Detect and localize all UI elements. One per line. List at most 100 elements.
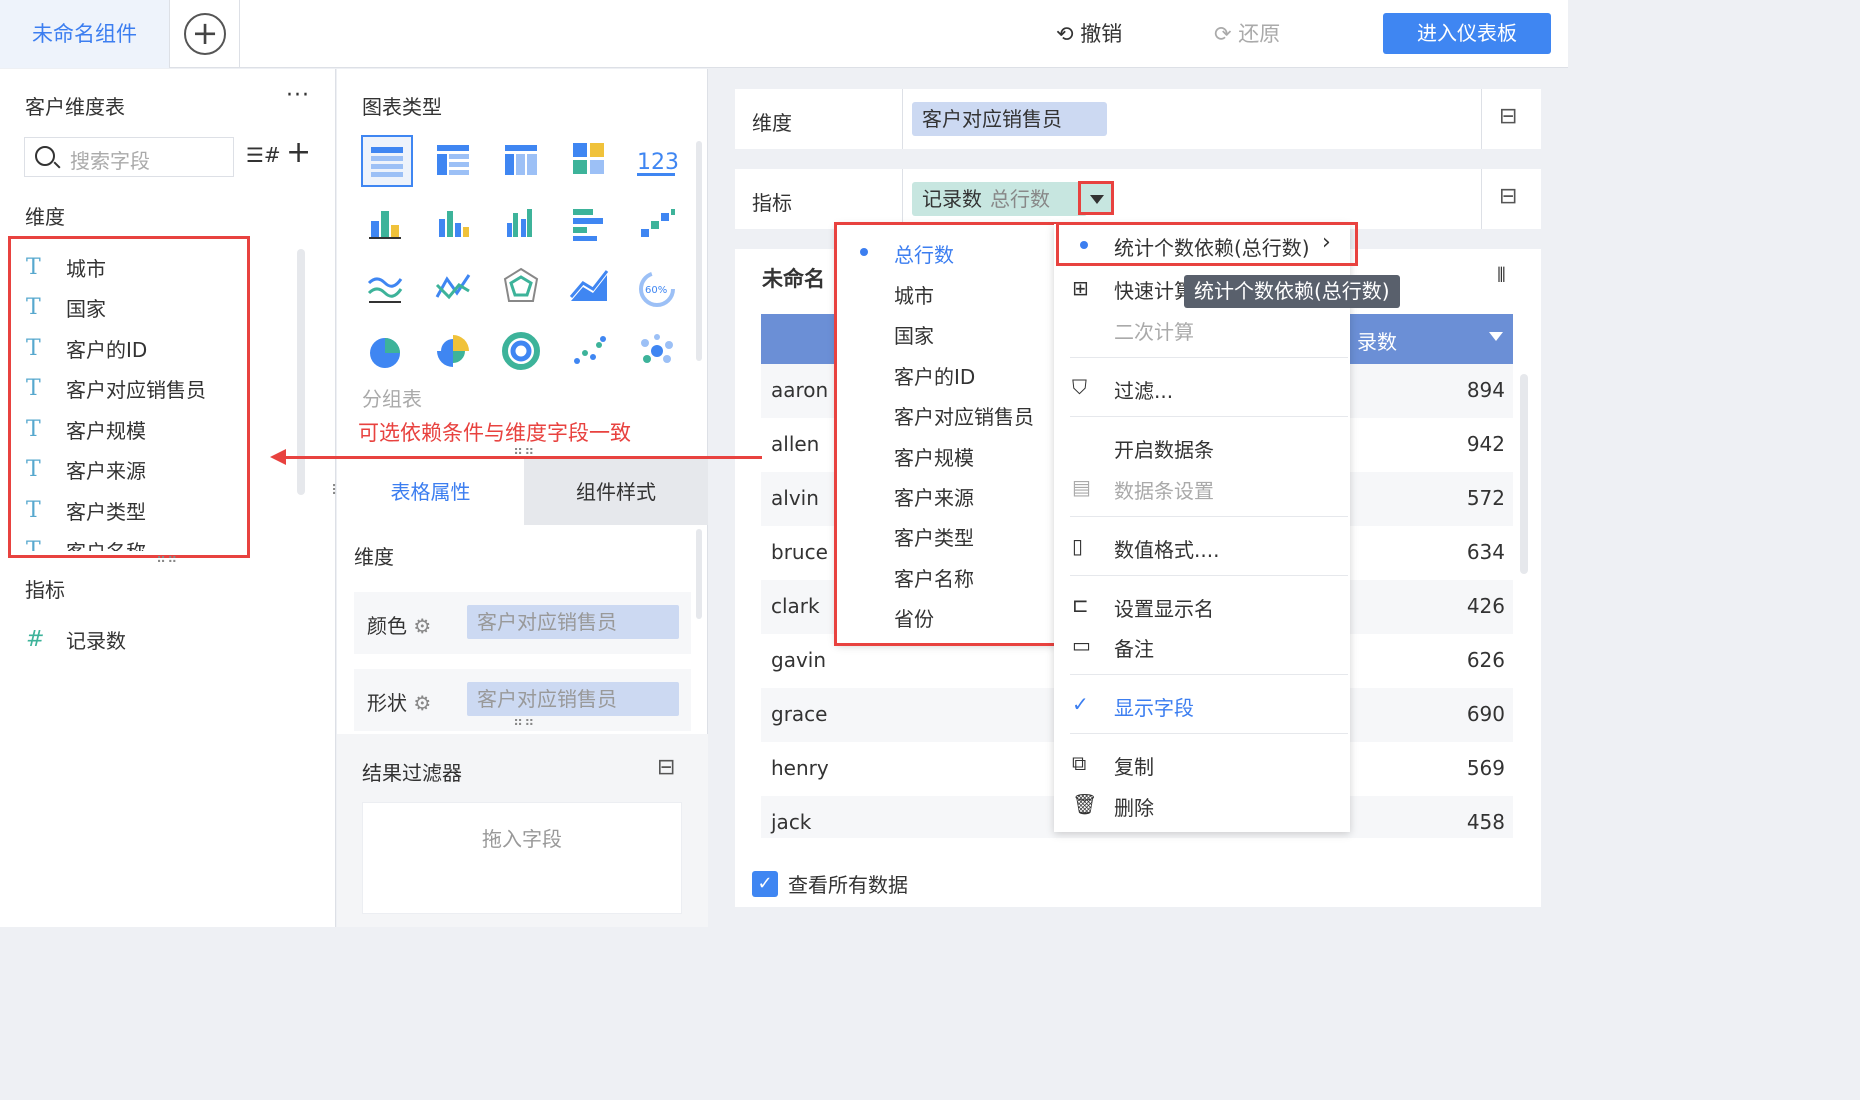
tab-component-style[interactable]: 组件样式 <box>524 459 708 525</box>
measure-item[interactable]: # 记录数 <box>26 625 126 654</box>
show-field-item[interactable]: 显示字段 <box>1114 692 1194 721</box>
row-value: 569 <box>1466 756 1505 780</box>
range-area-icon[interactable] <box>565 263 617 315</box>
dimension-highlight-box <box>8 236 250 558</box>
grouped-bar-icon[interactable] <box>497 199 549 251</box>
row-name: bruce <box>771 540 828 564</box>
detail-table-icon[interactable] <box>361 135 413 187</box>
heatmap-icon[interactable] <box>565 135 617 187</box>
resize-handle[interactable]: ⠶⠶ <box>513 714 536 730</box>
bar-chart-icon[interactable] <box>429 199 481 251</box>
filter-drop-area[interactable]: 拖入字段 <box>362 802 682 914</box>
chart-type-scrollbar[interactable] <box>696 141 702 361</box>
radar-chart-icon[interactable] <box>497 263 549 315</box>
view-all-data-label: 查看所有数据 <box>788 873 908 897</box>
kpi-number-icon[interactable]: 123 <box>633 135 685 187</box>
component-tab[interactable]: 未命名组件 <box>0 0 170 68</box>
row-name: clark <box>771 594 820 618</box>
menu-separator <box>1070 575 1348 576</box>
number-format-item[interactable]: 数值格式.... <box>1114 534 1219 563</box>
sort-dropdown-icon[interactable] <box>1489 332 1503 341</box>
row-value: 458 <box>1466 810 1505 834</box>
scatter-chart-icon[interactable] <box>565 327 617 379</box>
barcode-icon[interactable]: ⦀ <box>1497 263 1506 287</box>
stacked-bar-icon[interactable] <box>361 199 413 251</box>
dimension-shelf-label: 维度 <box>752 111 792 135</box>
copy-item[interactable]: 复制 <box>1114 751 1154 780</box>
row-value: 634 <box>1466 540 1505 564</box>
more-icon[interactable]: ··· <box>286 83 310 108</box>
undo-button[interactable]: ⟲ 撤销 <box>1056 18 1122 48</box>
field-panel: 客户维度表 ··· 搜索字段 ☰# + 维度 T 城市 T 国家 T 客户的ID T客… <box>0 69 336 927</box>
filter-settings-icon[interactable]: ⊟ <box>657 755 675 780</box>
dimension-shelf: 维度 客户对应销售员 ⊟ <box>735 89 1541 149</box>
search-field[interactable]: 搜索字段 <box>24 137 234 177</box>
dimension-chip[interactable]: 客户对应销售员 <box>912 102 1107 136</box>
chart-type-name: 分组表 <box>362 387 422 411</box>
property-scrollbar[interactable] <box>696 529 702 619</box>
gear-icon[interactable]: ⚙ <box>413 691 431 715</box>
bubble-chart-icon[interactable] <box>633 327 685 379</box>
shelf-settings-icon[interactable]: ⊟ <box>1499 184 1517 209</box>
color-field-chip[interactable]: 客户对应销售员 <box>467 605 679 639</box>
shape-field-chip[interactable]: 客户对应销售员 <box>467 682 679 716</box>
filter-item[interactable]: 过滤... <box>1114 375 1173 404</box>
menu-separator <box>1070 733 1348 734</box>
cross-table-icon[interactable] <box>497 135 549 187</box>
redo-button[interactable]: ⟳ 还原 <box>1214 18 1280 48</box>
color-label: 颜色 ⚙ <box>367 610 431 639</box>
measure-chip-label: 记录数 <box>922 187 982 211</box>
set-display-name-item[interactable]: 设置显示名 <box>1114 593 1214 622</box>
remark-item[interactable]: 备注 <box>1114 633 1154 662</box>
sunburst-icon[interactable] <box>497 327 549 379</box>
search-placeholder: 搜索字段 <box>70 149 150 173</box>
horizontal-bar-icon[interactable] <box>565 199 617 251</box>
area-chart-icon[interactable] <box>361 263 413 315</box>
row-value: 572 <box>1466 486 1505 510</box>
table-title: 客户维度表 <box>25 95 125 119</box>
number-format-icon: ▯ <box>1072 534 1084 558</box>
gauge-chart-icon[interactable]: 60% <box>633 263 685 315</box>
chart-config-panel: 图表类型 123 60% 分组表 ⠶⠶ 表格属性 组件样式 维度 颜色 ⚙ 客户… <box>331 69 708 927</box>
quick-calc-item[interactable]: 快速计算 <box>1114 275 1194 304</box>
row-name: alvin <box>771 486 819 510</box>
resize-handle[interactable]: ⠶⠶ <box>156 551 179 567</box>
add-component-button[interactable]: + <box>170 0 240 68</box>
grouped-table-icon[interactable] <box>429 135 481 187</box>
pie-chart-icon[interactable] <box>361 327 413 379</box>
dimension-section-label: 维度 <box>25 205 65 229</box>
tab-table-properties[interactable]: 表格属性 <box>337 459 524 525</box>
copy-icon: ⧉ <box>1072 751 1087 775</box>
row-name: allen <box>771 432 820 456</box>
undo-icon: ⟲ <box>1056 22 1074 46</box>
property-tabs: 表格属性 组件样式 <box>337 459 708 525</box>
column-header[interactable]: 录数 <box>1357 326 1397 355</box>
delete-item[interactable]: 删除 <box>1114 792 1154 821</box>
divider <box>902 89 903 149</box>
enter-dashboard-button[interactable]: 进入仪表板 <box>1383 13 1551 54</box>
measure-chip-sub: 总行数 <box>990 187 1050 211</box>
field-sort-icon[interactable]: ☰# <box>246 143 281 167</box>
enable-databar-item[interactable]: 开启数据条 <box>1114 434 1214 463</box>
annotation-arrow-head <box>270 449 286 465</box>
tooltip: 统计个数依赖(总行数) <box>1184 275 1400 308</box>
line-chart-icon[interactable] <box>429 263 481 315</box>
add-field-icon[interactable]: + <box>286 137 311 169</box>
row-value: 942 <box>1466 432 1505 456</box>
rename-icon: ⊏ <box>1072 593 1089 617</box>
checkbox-checked-icon[interactable]: ✓ <box>752 870 778 897</box>
chevron-down-icon[interactable] <box>1078 181 1114 215</box>
rose-chart-icon[interactable] <box>429 327 481 379</box>
row-value: 626 <box>1466 648 1505 672</box>
table-scrollbar[interactable] <box>1520 374 1528 574</box>
calculator-icon: ⊞ <box>1072 276 1089 300</box>
shelf-settings-icon[interactable]: ⊟ <box>1499 104 1517 129</box>
waterfall-icon[interactable] <box>633 199 685 251</box>
color-property-row: 颜色 ⚙ 客户对应销售员 <box>354 592 691 654</box>
view-all-data-toggle[interactable]: ✓ 查看所有数据 <box>752 869 908 898</box>
gear-icon[interactable]: ⚙ <box>413 614 431 638</box>
svg-text:60%: 60% <box>645 285 667 296</box>
redo-label: 还原 <box>1238 22 1281 46</box>
measure-chip[interactable]: 记录数 总行数 <box>912 182 1087 216</box>
measure-label: 记录数 <box>66 629 126 653</box>
